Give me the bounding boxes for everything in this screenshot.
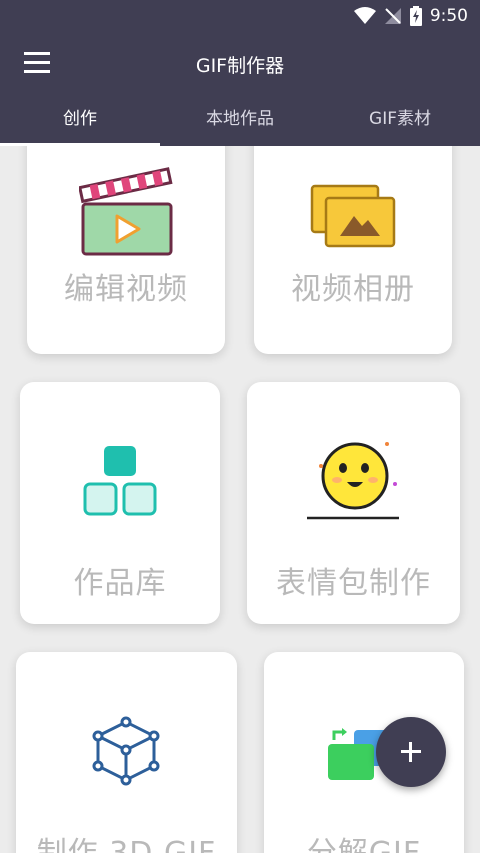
battery-charging-icon <box>409 6 422 26</box>
tab-gif-materials[interactable]: GIF素材 <box>320 92 480 146</box>
card-label: 作品库 <box>73 566 167 601</box>
add-fab-button[interactable] <box>376 717 446 787</box>
page-title: GIF制作器 <box>195 55 285 77</box>
clapperboard-icon <box>79 167 173 256</box>
status-bar: 9:50 <box>0 0 480 34</box>
card-make-3d-gif[interactable]: 制作 3D GIF <box>16 652 237 853</box>
card-works-library[interactable]: 作品库 <box>20 382 220 624</box>
tab-local-works[interactable]: 本地作品 <box>160 92 320 146</box>
tab-bar: 创作 本地作品 GIF素材 <box>0 92 480 146</box>
photo-album-icon <box>310 184 396 248</box>
tab-create[interactable]: 创作 <box>0 92 160 146</box>
smiley-face-icon <box>307 442 399 520</box>
wifi-icon <box>353 7 376 24</box>
card-sticker-maker[interactable]: 表情包制作 <box>247 382 460 624</box>
app-bar: GIF制作器 <box>0 34 480 92</box>
card-label: 视频相册 <box>291 272 415 307</box>
card-label: 表情包制作 <box>276 566 431 601</box>
card-label: 分解GIF <box>264 828 464 853</box>
card-label: 编辑视频 <box>64 272 188 307</box>
status-time: 9:50 <box>429 6 468 26</box>
card-edit-video[interactable]: 编辑视频 <box>27 146 225 354</box>
cube-3d-icon <box>92 716 160 786</box>
card-label: 制作 3D GIF <box>16 828 237 853</box>
card-video-album[interactable]: 视频相册 <box>254 146 452 354</box>
blocks-icon <box>83 446 157 516</box>
no-signal-icon <box>384 8 401 24</box>
